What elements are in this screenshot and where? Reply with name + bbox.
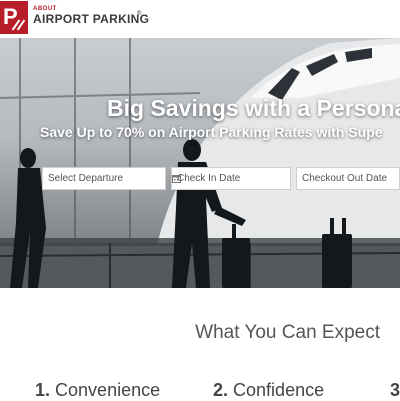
logo-name-text: AIRPORT PARKING	[33, 12, 150, 26]
feature-label: Confidence	[233, 380, 325, 400]
checkin-placeholder: Check In Date	[177, 173, 241, 184]
departure-select[interactable]: Select Departure	[42, 167, 166, 190]
hero-subtitle: Save Up to 70% on Airport Parking Rates …	[40, 124, 383, 140]
feature-convenience: 1. Convenience	[35, 380, 160, 401]
feature-third: 3	[390, 380, 400, 401]
feature-number: 2.	[213, 380, 229, 400]
departure-placeholder: Select Departure	[48, 173, 124, 184]
site-header: P ABOUT AIRPORT PARKING ®	[0, 0, 400, 39]
logo-registered-mark: ®	[137, 11, 142, 17]
parking-logo-icon: P	[0, 1, 28, 34]
hero-banner: Big Savings with a Personal Save Up to 7…	[0, 38, 400, 288]
site-logo[interactable]: P ABOUT AIRPORT PARKING ®	[0, 0, 150, 38]
feature-number: 1.	[35, 380, 51, 400]
feature-number: 3	[390, 380, 400, 400]
feature-label: Convenience	[55, 380, 161, 400]
calendar-icon	[172, 175, 181, 183]
checkout-date-input[interactable]: Checkout Out Date	[296, 167, 400, 190]
hero-background-image	[0, 38, 400, 288]
feature-confidence: 2. Confidence	[213, 380, 324, 401]
checkin-date-input[interactable]: Check In Date	[171, 167, 291, 190]
section-title: What You Can Expect	[195, 322, 380, 343]
checkout-placeholder: Checkout Out Date	[302, 173, 388, 184]
hero-title: Big Savings with a Personal	[107, 95, 400, 121]
